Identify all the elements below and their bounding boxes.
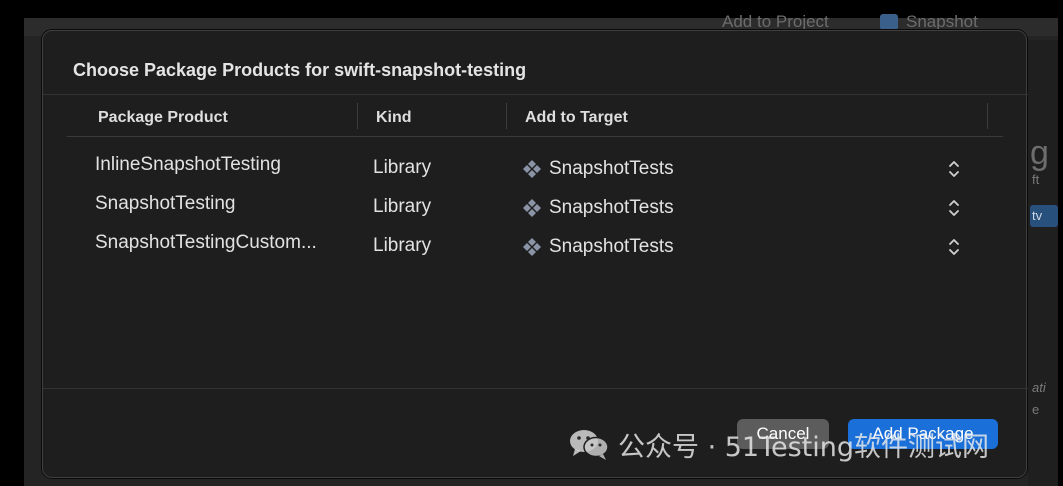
table-row[interactable]: InlineSnapshotTesting Library SnapshotTe… bbox=[67, 151, 1003, 187]
table-header: Package Product Kind Add to Target bbox=[67, 97, 1003, 137]
column-separator bbox=[987, 103, 988, 129]
target-label: SnapshotTests bbox=[549, 158, 674, 179]
target-icon bbox=[523, 238, 541, 256]
product-kind: Library bbox=[373, 157, 432, 178]
package-product-name: SnapshotTestingCustom... bbox=[95, 232, 317, 253]
background-panel-selection: tv bbox=[1030, 205, 1058, 227]
background-panel-tv: tv bbox=[1032, 208, 1043, 223]
product-kind: Library bbox=[373, 235, 432, 256]
wechat-icon bbox=[570, 430, 609, 460]
chevron-updown-icon[interactable] bbox=[947, 236, 961, 258]
chevron-updown-icon[interactable] bbox=[947, 197, 961, 219]
watermark: 公众号 · 51Testing软件测试网 bbox=[568, 424, 989, 464]
target-icon bbox=[523, 160, 541, 178]
background-panel-ati: ati bbox=[1032, 380, 1046, 395]
table-row[interactable]: SnapshotTesting Library SnapshotTests bbox=[67, 190, 1003, 226]
background-add-to-project-label: Add to Project bbox=[722, 12, 829, 31]
column-separator bbox=[357, 103, 358, 129]
product-kind: Library bbox=[373, 196, 432, 217]
target-icon bbox=[523, 199, 541, 217]
package-product-name: SnapshotTesting bbox=[95, 193, 236, 214]
column-header-package-product[interactable]: Package Product bbox=[98, 109, 228, 127]
target-label: SnapshotTests bbox=[549, 197, 674, 218]
target-select[interactable]: SnapshotTests bbox=[521, 196, 674, 220]
table-row[interactable]: SnapshotTestingCustom... Library Snapsho… bbox=[67, 229, 1003, 265]
footer-divider bbox=[43, 388, 1028, 389]
watermark-text: 公众号 · 51Testing软件测试网 bbox=[618, 431, 990, 463]
background-right-panel: g ft ati e bbox=[1028, 40, 1058, 486]
target-label: SnapshotTests bbox=[549, 236, 674, 257]
background-snapshot-label: Snapshot bbox=[906, 12, 978, 31]
chevron-updown-icon[interactable] bbox=[947, 158, 961, 180]
column-separator bbox=[506, 103, 507, 129]
column-header-add-to-target[interactable]: Add to Target bbox=[525, 109, 628, 127]
title-divider bbox=[43, 94, 1028, 95]
background-snapshot-icon bbox=[880, 14, 898, 30]
background-panel-ft: ft bbox=[1032, 172, 1040, 187]
background-panel-letter: g bbox=[1030, 134, 1049, 172]
sheet-title: Choose Package Products for swift-snapsh… bbox=[73, 60, 527, 80]
target-select[interactable]: SnapshotTests bbox=[521, 157, 674, 181]
column-header-kind[interactable]: Kind bbox=[376, 109, 412, 127]
background-panel-e: e bbox=[1032, 402, 1040, 417]
target-select[interactable]: SnapshotTests bbox=[521, 235, 674, 259]
choose-package-products-sheet: Choose Package Products for swift-snapsh… bbox=[42, 30, 1028, 478]
package-product-name: InlineSnapshotTesting bbox=[95, 154, 281, 175]
